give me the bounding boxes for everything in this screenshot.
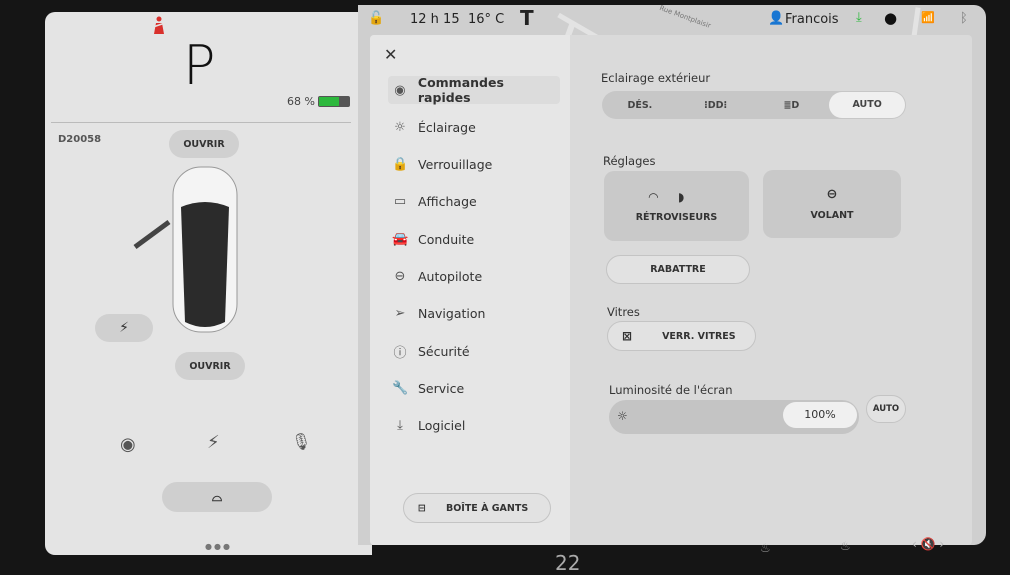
record-icon[interactable]: ● bbox=[884, 9, 897, 27]
microphone-icon[interactable]: 🎙 bbox=[291, 432, 311, 451]
wifi-icon: 📶 bbox=[921, 11, 935, 24]
alert-icon: ⓘ bbox=[393, 345, 407, 361]
status-bar: 🔓 12 h 15 16° C T 👤 Francois ⤓ ● 📶 ᛒ bbox=[360, 5, 985, 35]
download-icon: ⤓ bbox=[397, 418, 403, 434]
unlock-icon[interactable]: 🔓 bbox=[368, 11, 384, 26]
lighting-auto-option[interactable]: AUTO bbox=[829, 92, 905, 118]
open-trunk-button[interactable]: OUVRIR bbox=[175, 352, 245, 380]
parking-lights-icon: ⁝DD⁝ bbox=[704, 99, 728, 111]
glovebox-button[interactable]: ⊟ BOÎTE À GANTS bbox=[403, 493, 551, 523]
driver-profile[interactable]: Francois bbox=[785, 12, 839, 27]
lock-icon: 🔒 bbox=[392, 157, 409, 173]
user-icon[interactable]: 👤 bbox=[768, 11, 784, 26]
menu-item-lock[interactable]: 🔒 Verrouillage bbox=[388, 151, 560, 179]
car-icon: 🚘 bbox=[392, 231, 409, 247]
menu-item-steering-wheel[interactable]: ⊖ Autopilote bbox=[388, 263, 560, 291]
outside-temp: 16° C bbox=[468, 12, 505, 27]
bluetooth-icon[interactable]: ᛒ bbox=[960, 11, 968, 26]
menu-item-car[interactable]: 🚘 Conduite bbox=[388, 225, 560, 253]
volume-muted-icon[interactable]: ‹ 🔇 › bbox=[912, 537, 944, 551]
menu-item-download[interactable]: ⤓ Logiciel bbox=[388, 412, 560, 440]
tesla-logo-icon[interactable]: T bbox=[520, 6, 534, 30]
brightness-title: Luminosité de l'écran bbox=[609, 383, 733, 397]
menu-item-display[interactable]: ▭ Affichage bbox=[388, 188, 560, 216]
lock-windows-button[interactable]: ⊠ VERR. VITRES bbox=[607, 321, 756, 351]
close-button[interactable]: ✕ bbox=[384, 45, 397, 64]
charge-port-button[interactable]: ⚡ bbox=[95, 314, 153, 342]
toggle-icon: ◉ bbox=[394, 82, 406, 98]
steering-wheel-icon: ⊖ bbox=[394, 269, 406, 284]
gear-indicator: P bbox=[183, 34, 216, 97]
open-frunk-button[interactable]: OUVRIR bbox=[169, 130, 239, 158]
vehicle-id: D20058 bbox=[58, 134, 102, 145]
fold-mirrors-button[interactable]: RABATTRE bbox=[606, 255, 750, 284]
software-update-icon[interactable]: ⤓ bbox=[856, 10, 862, 25]
seatbelt-warning-icon bbox=[152, 16, 166, 34]
mirrors-button[interactable]: ◠◗ RÉTROVISEURS bbox=[604, 171, 749, 241]
parking-lights-option[interactable]: ⁝DD⁝ bbox=[678, 100, 754, 111]
menu-item-toggle[interactable]: ◉ Commandes rapides bbox=[388, 75, 560, 105]
steering-wheel-icon: ⊖ bbox=[826, 187, 838, 202]
controls-modal: ✕ ◉ Commandes rapides ☼ Éclairage 🔒 Verrouill… bbox=[370, 35, 972, 545]
settings-title: Réglages bbox=[603, 154, 656, 168]
wrench-icon: 🔧 bbox=[392, 380, 409, 396]
brightness-icon: ☼ bbox=[617, 409, 628, 423]
divider bbox=[51, 122, 351, 123]
settings-sidebar: ✕ ◉ Commandes rapides ☼ Éclairage 🔒 Verrouill… bbox=[370, 35, 570, 545]
battery-percent: 68 % bbox=[287, 95, 315, 108]
brightness-value[interactable]: 100% bbox=[783, 402, 857, 428]
brightness-auto-button[interactable]: AUTO bbox=[866, 395, 906, 423]
front-defrost-icon[interactable]: ♨ bbox=[760, 541, 771, 555]
rear-defrost-icon[interactable]: ♨ bbox=[840, 539, 851, 553]
menu-item-navigation[interactable]: ➢ Navigation bbox=[388, 300, 560, 328]
clock: 12 h 15 bbox=[410, 12, 460, 27]
bottom-bar: 22 ♨ ♨ ‹ 🔇 › bbox=[0, 537, 1010, 575]
exterior-lighting-title: Eclairage extérieur bbox=[601, 71, 711, 85]
low-beam-option[interactable]: ≣D bbox=[754, 100, 830, 111]
display-icon: ▭ bbox=[393, 194, 407, 210]
low-beam-icon: ≣D bbox=[783, 99, 800, 111]
menu-item-wrench[interactable]: 🔧 Service bbox=[388, 374, 560, 402]
wipers-button[interactable]: ⌓ bbox=[162, 482, 272, 512]
windows-title: Vitres bbox=[607, 305, 640, 319]
glovebox-icon: ⊟ bbox=[418, 502, 426, 514]
steering-wheel-button[interactable]: ⊖ VOLANT bbox=[763, 170, 901, 238]
exterior-lighting-selector: DÉS. ⁝DD⁝ ≣D AUTO bbox=[602, 91, 906, 119]
brightness-slider[interactable]: ☼ 100% bbox=[609, 400, 859, 434]
car-status-panel: P 68 % D20058 OUVRIR ⚡ OUVRIR ◉ ⚡ 🎙 ⌓ ●●… bbox=[45, 12, 372, 555]
menu-item-alert[interactable]: ⓘ Sécurité bbox=[388, 337, 560, 365]
menu-item-sun[interactable]: ☼ Éclairage bbox=[388, 113, 560, 141]
navigation-icon: ➢ bbox=[394, 306, 406, 322]
battery-icon bbox=[318, 96, 350, 107]
lightning-icon[interactable]: ⚡ bbox=[207, 432, 220, 453]
cabin-temperature[interactable]: 22 bbox=[555, 551, 580, 575]
camera-icon[interactable]: ◉ bbox=[120, 434, 136, 455]
mirror-icon: ◠◗ bbox=[648, 189, 705, 204]
sun-icon: ☼ bbox=[394, 119, 406, 135]
window-lock-icon: ⊠ bbox=[622, 329, 633, 343]
lighting-off-option[interactable]: DÉS. bbox=[602, 100, 678, 111]
